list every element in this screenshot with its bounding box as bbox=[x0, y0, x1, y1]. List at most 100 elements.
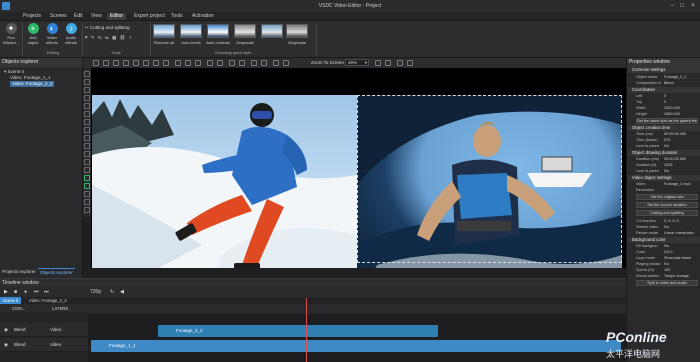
menu-scenes[interactable]: Scenes bbox=[47, 13, 70, 20]
video-tool-icon[interactable] bbox=[84, 103, 90, 109]
audio-effects-button[interactable]: ♪ Audio effects bbox=[62, 23, 80, 45]
track-row[interactable]: ◉ Blend Video bbox=[0, 323, 88, 337]
prop-duration-lock[interactable]: Lock to paren No bbox=[636, 168, 700, 174]
stop-icon[interactable]: ■ bbox=[14, 289, 17, 295]
visibility-icon[interactable]: ◉ bbox=[4, 327, 8, 333]
prop-resolution[interactable]: Resolution bbox=[636, 187, 700, 193]
same-width-icon[interactable] bbox=[185, 60, 191, 66]
tools-icon-row[interactable]: ⌗ ✎ ↻ ⇋ ▦ ⛓ ✧ bbox=[85, 35, 133, 41]
style-grayscale-2-thumb[interactable] bbox=[286, 24, 308, 38]
prop-resize-mode[interactable]: Resize mode Linear interpolatio bbox=[636, 230, 700, 236]
source-duration-button[interactable]: Set the source duration bbox=[636, 202, 698, 208]
preview-canvas[interactable] bbox=[91, 68, 626, 268]
align-top-icon[interactable] bbox=[143, 60, 149, 66]
fit-icon[interactable] bbox=[273, 60, 279, 66]
prop-sound-stretch[interactable]: Sound stretch Tempo change bbox=[636, 273, 700, 279]
prop-composition[interactable]: Composition m Blend bbox=[636, 80, 700, 86]
visibility-icon[interactable]: ◉ bbox=[4, 342, 8, 348]
menu-view[interactable]: View bbox=[88, 13, 105, 20]
menu-export-project[interactable]: Export project bbox=[131, 13, 168, 20]
move-tool-icon[interactable] bbox=[84, 207, 90, 213]
style-auto-levels-thumb[interactable] bbox=[180, 24, 202, 38]
preview-icon[interactable] bbox=[397, 60, 403, 66]
zoom-in-icon[interactable] bbox=[375, 60, 381, 66]
same-size-button[interactable]: Set the same size as the parent fee bbox=[636, 118, 698, 124]
menu-tools[interactable]: Tools bbox=[168, 13, 186, 20]
same-height-icon[interactable] bbox=[195, 60, 201, 66]
animation-tool-icon[interactable] bbox=[84, 191, 90, 197]
style-extra-thumb[interactable] bbox=[261, 24, 283, 38]
close-button[interactable]: × bbox=[689, 2, 697, 10]
curve-tool-icon[interactable] bbox=[84, 159, 90, 165]
green-tool-icon[interactable] bbox=[84, 175, 90, 181]
align-left-icon[interactable] bbox=[113, 60, 119, 66]
fullscreen-icon[interactable] bbox=[407, 60, 413, 66]
align-right-icon[interactable] bbox=[133, 60, 139, 66]
shape-tool-icon[interactable] bbox=[84, 87, 90, 93]
zoom-out-icon[interactable] bbox=[385, 60, 391, 66]
hand-icon[interactable] bbox=[103, 60, 109, 66]
order-icon[interactable] bbox=[207, 60, 213, 66]
sprite-tool-icon[interactable] bbox=[84, 127, 90, 133]
video-effects-button[interactable]: ◐ Video effects bbox=[43, 23, 61, 45]
tree-item-footage-2[interactable]: Video: Footage_2_2 bbox=[10, 81, 55, 87]
record-icon[interactable]: ● bbox=[24, 289, 27, 295]
snap-icon[interactable] bbox=[251, 60, 257, 66]
section-common-settings[interactable]: Common settings bbox=[628, 67, 700, 73]
selection-frame[interactable] bbox=[357, 95, 622, 263]
menu-edit[interactable]: Edit bbox=[71, 13, 86, 20]
clip-footage-2-2[interactable]: Footage_2_2 bbox=[158, 325, 438, 337]
minimize-button[interactable]: − bbox=[668, 2, 676, 10]
cutting-splitting-button[interactable]: ✂ Cutting and splitting bbox=[85, 25, 130, 31]
style-grayscale-thumb[interactable] bbox=[234, 24, 256, 38]
group-icon[interactable] bbox=[229, 60, 235, 66]
track-row[interactable]: ◉ Blend Video bbox=[0, 338, 88, 352]
split-audio-video-button[interactable]: Split to video and audio bbox=[636, 280, 698, 286]
stretch-icon[interactable] bbox=[283, 60, 289, 66]
style-remove-all-thumb[interactable] bbox=[153, 24, 175, 38]
grid-toggle-icon[interactable] bbox=[261, 60, 267, 66]
prop-height[interactable]: Height 1080.000 bbox=[636, 111, 700, 117]
audio-tool-icon[interactable] bbox=[84, 111, 90, 117]
track-blend[interactable]: Blend bbox=[14, 327, 26, 332]
distribute-icon[interactable] bbox=[175, 60, 181, 66]
timeline-tracks-area[interactable]: Footage_2_2 Footage_1_1 bbox=[88, 314, 626, 362]
tab-projects-explorer[interactable]: Projects explorer bbox=[0, 268, 38, 276]
subtitle-tool-icon[interactable] bbox=[84, 167, 90, 173]
ellipse-tool-icon[interactable] bbox=[84, 151, 90, 157]
menu-activation[interactable]: Activation bbox=[189, 13, 217, 20]
rect-tool-icon[interactable] bbox=[84, 143, 90, 149]
menu-editor[interactable]: Editor bbox=[107, 13, 127, 20]
line-tool-icon[interactable] bbox=[84, 135, 90, 141]
add-object-button[interactable]: + Add object bbox=[24, 23, 42, 45]
track-blend[interactable]: Blend bbox=[14, 342, 26, 347]
mask-tool-icon[interactable] bbox=[84, 199, 90, 205]
text-tool-icon[interactable] bbox=[84, 79, 90, 85]
image-tool-icon[interactable] bbox=[84, 95, 90, 101]
lock-icon[interactable] bbox=[217, 60, 223, 66]
green-tool-2-icon[interactable] bbox=[84, 183, 90, 189]
cursor-icon[interactable] bbox=[93, 60, 99, 66]
zoom-select[interactable]: 46% ▾ bbox=[345, 59, 369, 66]
clip-footage-1-1[interactable]: Footage_1_1 bbox=[91, 340, 621, 352]
align-bottom-icon[interactable] bbox=[163, 60, 169, 66]
ungroup-icon[interactable] bbox=[239, 60, 245, 66]
align-middle-icon[interactable] bbox=[153, 60, 159, 66]
select-tool-icon[interactable] bbox=[84, 71, 90, 77]
original-size-button[interactable]: Set the original size bbox=[636, 194, 698, 200]
play-icon[interactable]: ▶ bbox=[4, 289, 8, 295]
cutting-splitting-prop-button[interactable]: Cutting and splitting bbox=[636, 210, 698, 216]
loop-icon[interactable]: ↻ bbox=[110, 289, 114, 295]
playhead[interactable] bbox=[306, 298, 307, 362]
prop-lock-parent[interactable]: Lock to paren No bbox=[636, 143, 700, 149]
timeline-ruler[interactable] bbox=[88, 304, 626, 314]
tab-scene-0[interactable]: Scene 0 bbox=[0, 297, 22, 304]
chart-tool-icon[interactable] bbox=[84, 119, 90, 125]
tab-objects-explorer[interactable]: Objects explorer bbox=[38, 268, 75, 276]
maximize-button[interactable]: □ bbox=[678, 2, 686, 10]
forward-icon[interactable]: ⏭ bbox=[44, 289, 49, 295]
menu-projects[interactable]: Projects bbox=[20, 13, 44, 20]
run-wizard-button[interactable]: ✦ Run Wizard... bbox=[2, 23, 20, 45]
resolution-select[interactable]: 720p bbox=[90, 289, 101, 295]
rewind-icon[interactable]: ⏮ bbox=[34, 289, 39, 295]
